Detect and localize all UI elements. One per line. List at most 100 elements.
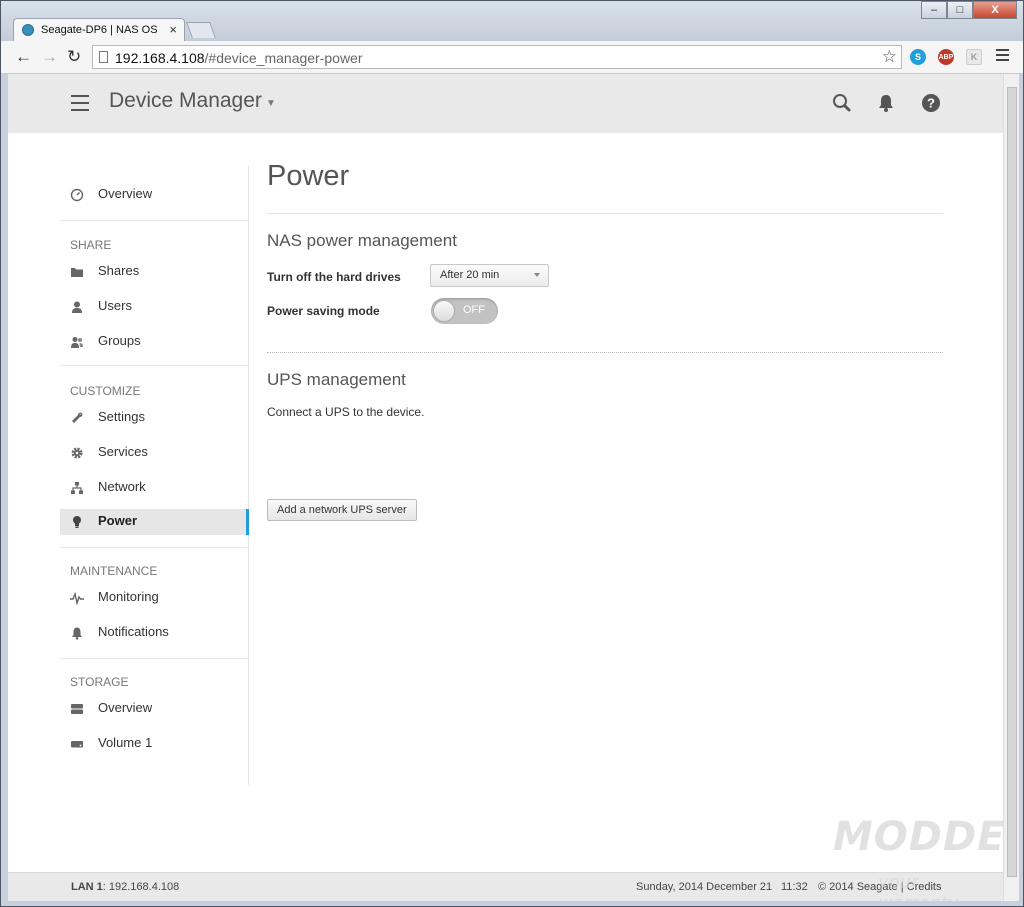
toggle-state: OFF [463, 304, 485, 316]
close-window-button[interactable]: X [973, 1, 1017, 19]
window-controls: – □ X [921, 1, 1017, 19]
section-customize: CUSTOMIZE [70, 384, 141, 398]
section-storage: STORAGE [70, 675, 129, 689]
browser-window: Seagate-DP6 | NAS OS × – □ X ← → ↻ 192.1… [0, 0, 1024, 907]
browser-toolbar: ← → ↻ 192.168.4.108/#device_manager-powe… [1, 41, 1023, 74]
title-divider [267, 213, 943, 214]
dashboard-icon [70, 188, 84, 202]
forward-icon[interactable]: → [41, 47, 58, 67]
group-icon [71, 337, 83, 348]
user-icon [72, 301, 82, 313]
page-icon [99, 51, 108, 63]
sidebar-item-shares[interactable]: Shares [60, 259, 248, 285]
disk-stack-icon [71, 704, 83, 714]
minimize-button[interactable]: – [921, 1, 947, 19]
sidebar-item-notifications[interactable]: Notifications [60, 620, 248, 646]
sidebar-item-monitoring[interactable]: Monitoring [60, 585, 248, 611]
hamburger-menu-icon[interactable] [71, 95, 89, 116]
status-footer: LAN 1: 192.168.4.108 Sunday, 2014 Decemb… [8, 872, 1003, 901]
sidebar-item-storage-overview[interactable]: Overview [60, 696, 248, 722]
tab-close-icon[interactable]: × [169, 22, 177, 37]
url-text: 192.168.4.108/#device_manager-power [115, 50, 363, 66]
chevron-down-icon [534, 273, 540, 277]
sidebar-divider [60, 658, 248, 659]
page-viewport: Device Manager ▼ ? Overview SHARE Shares… [8, 74, 1003, 901]
maximize-button[interactable]: □ [947, 1, 973, 19]
network-icon [71, 482, 83, 494]
bell-icon [72, 627, 82, 640]
watermark-tagline: your warranty [878, 872, 959, 901]
browser-tab[interactable]: Seagate-DP6 | NAS OS × [13, 18, 185, 41]
sidebar-item-label: Network [98, 479, 146, 494]
sidebar-divider [60, 220, 248, 221]
section-maintenance: MAINTENANCE [70, 564, 158, 578]
svg-text:?: ? [927, 96, 935, 111]
sidebar-divider [60, 365, 248, 366]
toggle-knob [433, 300, 455, 322]
page-scrollbar[interactable] [1003, 74, 1019, 901]
hard-drive-icon [71, 741, 83, 748]
app-title[interactable]: Device Manager [109, 89, 262, 113]
hdd-off-select[interactable]: After 20 min [430, 264, 549, 287]
sidebar-item-label: Groups [98, 333, 141, 348]
sidebar: Overview SHARE Shares Users Groups CUSTO… [60, 165, 249, 785]
pulse-icon [70, 591, 84, 605]
footer-time: 11:32 [781, 881, 808, 893]
skype-extension-icon[interactable]: S [910, 49, 926, 65]
help-icon[interactable]: ? [920, 92, 942, 114]
sidebar-item-users[interactable]: Users [60, 294, 248, 320]
sidebar-item-power[interactable]: Power [60, 509, 249, 535]
chrome-menu-icon[interactable] [996, 49, 1009, 64]
sidebar-item-services[interactable]: Services [60, 440, 248, 466]
title-bar: Seagate-DP6 | NAS OS × – □ X [1, 1, 1023, 41]
sidebar-item-label: Monitoring [98, 589, 159, 604]
power-saving-toggle[interactable]: OFF [431, 298, 498, 324]
search-icon[interactable] [831, 92, 853, 114]
seagate-favicon-icon [22, 24, 34, 36]
sidebar-item-label: Services [98, 444, 148, 459]
sidebar-item-overview[interactable]: Overview [60, 182, 248, 208]
sidebar-item-label: Settings [98, 409, 145, 424]
sidebar-divider [60, 547, 248, 548]
ups-description: Connect a UPS to the device. [267, 405, 425, 419]
app-header: Device Manager ▼ ? [8, 74, 1003, 133]
page-title: Power [267, 160, 350, 192]
sidebar-item-label: Power [98, 513, 138, 528]
scrollbar-thumb[interactable] [1007, 87, 1017, 877]
section-divider [267, 352, 943, 354]
hdd-off-value: After 20 min [440, 269, 500, 281]
sidebar-item-label: Shares [98, 263, 140, 278]
gear-icon [71, 447, 83, 459]
sidebar-item-label: Users [98, 298, 132, 313]
sidebar-item-label: Notifications [98, 624, 169, 639]
reload-icon[interactable]: ↻ [67, 47, 81, 67]
sidebar-item-label: Overview [98, 186, 153, 201]
sidebar-item-volume-1[interactable]: Volume 1 [60, 731, 248, 757]
sidebar-item-label: Overview [98, 700, 153, 715]
wrench-icon [72, 412, 83, 423]
nas-power-heading: NAS power management [267, 231, 457, 250]
lightbulb-icon [73, 516, 81, 528]
k-extension-icon[interactable]: K [966, 49, 982, 65]
sidebar-item-settings[interactable]: Settings [60, 405, 248, 431]
app-title-caret-icon[interactable]: ▼ [266, 98, 276, 109]
adblock-plus-icon[interactable]: ABP [938, 49, 954, 65]
address-bar[interactable]: 192.168.4.108/#device_manager-power ☆ [92, 45, 902, 69]
add-ups-server-button[interactable]: Add a network UPS server [267, 499, 417, 521]
hdd-off-label: Turn off the hard drives [267, 270, 401, 284]
footer-date: Sunday, 2014 December 21 [636, 881, 773, 893]
ups-heading: UPS management [267, 370, 406, 389]
folder-icon [71, 268, 83, 277]
watermark-logo: MODDERS [833, 814, 1003, 860]
tab-title: Seagate-DP6 | NAS OS [41, 24, 158, 36]
lan-status: LAN 1: 192.168.4.108 [71, 881, 180, 893]
new-tab-button[interactable] [186, 22, 216, 38]
power-saving-label: Power saving mode [267, 304, 380, 318]
section-share: SHARE [70, 238, 112, 252]
sidebar-item-groups[interactable]: Groups [60, 329, 248, 355]
bookmark-star-icon[interactable]: ☆ [882, 47, 897, 67]
bell-icon[interactable] [875, 92, 897, 114]
sidebar-item-label: Volume 1 [98, 735, 153, 750]
back-icon[interactable]: ← [15, 47, 32, 67]
sidebar-item-network[interactable]: Network [60, 475, 248, 501]
